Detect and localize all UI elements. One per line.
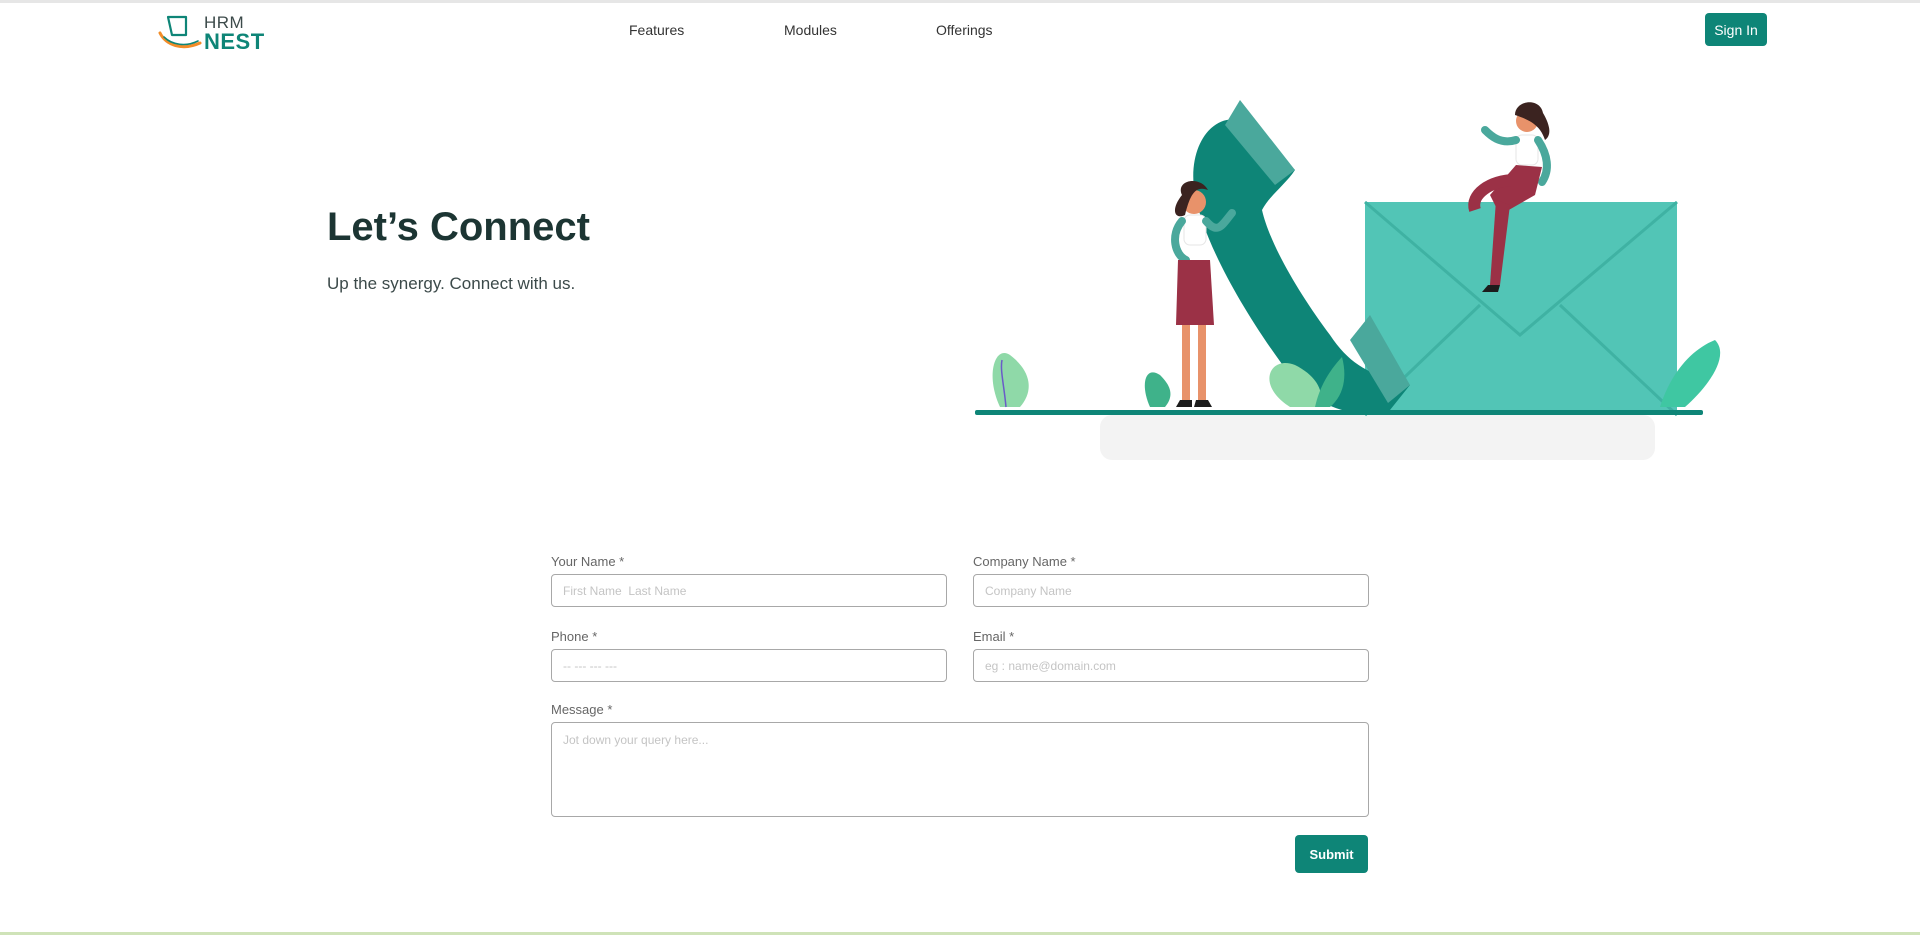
logo-text-nest: NEST [204,29,265,54]
company-input[interactable] [973,574,1369,607]
message-textarea[interactable] [551,722,1369,817]
page-title: Let’s Connect [327,205,590,249]
email-label: Email * [973,629,1015,644]
message-label: Message * [551,702,613,717]
nav-link-features[interactable]: Features [629,22,684,38]
page-subtitle: Up the synergy. Connect with us. [327,274,576,293]
name-input[interactable] [551,574,947,607]
nav-link-offerings[interactable]: Offerings [936,22,993,38]
name-label: Your Name * [551,554,625,569]
brand-logo[interactable]: HRM NEST [158,13,268,54]
contact-illustration [970,85,1740,465]
submit-button[interactable]: Submit [1295,835,1368,873]
site-header: HRM NEST Features Modules Offerings Sign… [0,3,1920,59]
phone-input[interactable] [551,649,947,682]
sign-in-button[interactable]: Sign In [1705,13,1767,46]
phone-label: Phone * [551,629,598,644]
email-input[interactable] [973,649,1369,682]
hrm-nest-logo-icon [158,15,202,49]
company-label: Company Name * [973,554,1076,569]
nav-link-modules[interactable]: Modules [784,22,837,38]
